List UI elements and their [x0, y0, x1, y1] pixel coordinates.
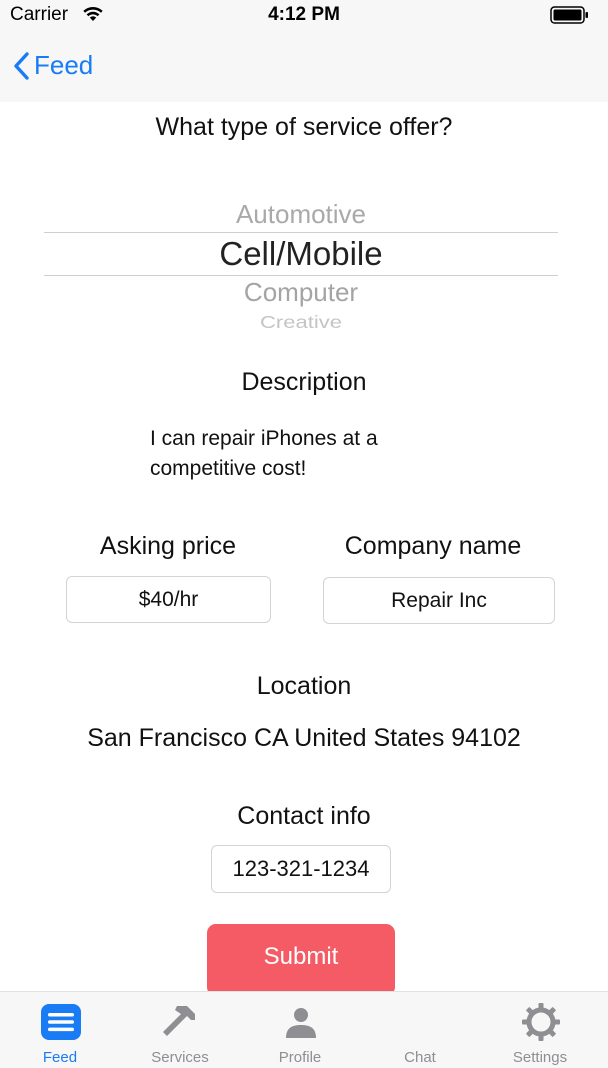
person-icon [286, 1008, 316, 1038]
list-icon [41, 1004, 81, 1040]
tab-settings[interactable]: Settings [480, 992, 600, 1068]
company-name-label: Company name [344, 532, 522, 560]
tab-label-settings: Settings [512, 1049, 568, 1066]
tab-label-services: Services [151, 1049, 209, 1066]
picker-option-selected[interactable]: Cell/Mobile [44, 235, 558, 273]
picker-option[interactable]: Computer [44, 277, 558, 308]
battery-icon [550, 6, 588, 24]
chevron-left-icon [14, 51, 29, 80]
contact-info-label: Contact info [237, 802, 371, 830]
hammer-icon [163, 1006, 195, 1036]
picker-option[interactable]: Creative [44, 312, 558, 333]
tab-label-profile: Profile [278, 1049, 322, 1066]
tab-services[interactable]: Services [120, 992, 240, 1068]
back-label: Feed [34, 50, 94, 80]
clock: 4:12 PM [268, 4, 340, 25]
tab-chat[interactable]: Chat [360, 992, 480, 1068]
back-button[interactable]: Feed [12, 50, 93, 81]
navigation-bar: Feed [0, 30, 608, 102]
tab-feed[interactable]: Feed [0, 992, 120, 1068]
contact-info-field[interactable]: 123-321-1234 [211, 845, 391, 893]
status-bar: Carrier 4:12 PM [0, 0, 608, 30]
picker-selection-line-bottom [44, 275, 558, 276]
tab-profile[interactable]: Profile [240, 992, 360, 1068]
asking-price-label: Asking price [99, 532, 237, 560]
asking-price-field[interactable]: $40/hr [66, 576, 271, 623]
service-question: What type of service offer? [155, 113, 453, 141]
description-label: Description [241, 368, 367, 396]
picker-option[interactable]: Automotive [44, 199, 558, 230]
gear-icon [522, 1003, 560, 1041]
company-name-field[interactable]: Repair Inc [323, 577, 555, 624]
location-value: San Francisco CA United States 94102 [87, 724, 521, 752]
tab-label-feed: Feed [42, 1049, 78, 1066]
chat-icon [401, 1002, 441, 1042]
location-label: Location [256, 672, 352, 700]
tab-bar: Feed Services Profile Chat Settings [0, 991, 608, 1068]
picker-selection-line-top [44, 232, 558, 233]
description-textarea[interactable]: I can repair iPhones at a competitive co… [150, 424, 450, 484]
tab-label-chat: Chat [404, 1049, 436, 1066]
service-type-picker[interactable]: Automotive Cell/Mobile Computer Creative [44, 195, 558, 335]
submit-button[interactable]: Submit [207, 924, 395, 996]
